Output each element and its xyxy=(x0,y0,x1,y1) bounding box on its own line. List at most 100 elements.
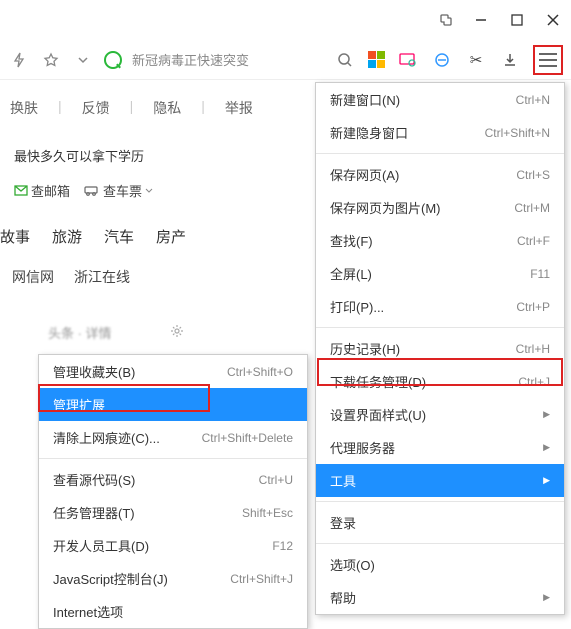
submenu-item-shortcut: Ctrl+Shift+Delete xyxy=(202,431,293,445)
main-menu-item-1[interactable]: 新建隐身窗口 Ctrl+Shift+N xyxy=(316,116,564,149)
tab-house[interactable]: 房产 xyxy=(156,226,186,247)
close-button[interactable] xyxy=(543,10,563,30)
main-menu: 新建窗口(N) Ctrl+N 新建隐身窗口 Ctrl+Shift+N 保存网页(A) Ct… xyxy=(315,82,565,615)
main-menu-item-label: 帮助 xyxy=(330,588,356,607)
submenu-item-label: Internet选项 xyxy=(53,602,123,621)
chevron-right-icon: ▶ xyxy=(543,442,550,453)
main-menu-item-label: 登录 xyxy=(330,513,356,532)
submenu-item-6[interactable]: 开发人员工具(D) F12 xyxy=(39,529,307,562)
main-menu-item-18[interactable]: 帮助 ▶ xyxy=(316,581,564,614)
gear-icon[interactable] xyxy=(170,324,184,341)
main-menu-item-label: 新建窗口(N) xyxy=(330,90,400,109)
main-menu-separator xyxy=(316,543,564,544)
capture-icon[interactable] xyxy=(397,49,419,71)
main-menu-item-4[interactable]: 保存网页为图片(M)Ctrl+M xyxy=(316,191,564,224)
microsoft-icon[interactable] xyxy=(368,51,385,68)
chevron-right-icon: ▶ xyxy=(543,409,550,420)
main-menu-item-label: 下载任务管理(D) xyxy=(330,372,426,391)
section-label: 头条 · 详情 xyxy=(48,323,112,342)
main-menu-item-shortcut: Ctrl+Shift+N xyxy=(485,126,550,140)
check-ticket-link[interactable]: 查车票 xyxy=(84,181,153,200)
submenu-item-label: 清除上网痕迹(C)... xyxy=(53,428,160,447)
download-icon[interactable] xyxy=(499,49,521,71)
submenu-item-label: 任务管理器(T) xyxy=(53,503,135,522)
main-menu-item-shortcut: Ctrl+H xyxy=(516,342,550,356)
block-icon[interactable] xyxy=(431,49,453,71)
main-menu-item-shortcut: Ctrl+N xyxy=(516,93,550,107)
link-privacy[interactable]: 隐私 xyxy=(153,98,181,118)
submenu-item-2[interactable]: 清除上网痕迹(C)... Ctrl+Shift+Delete xyxy=(39,421,307,454)
submenu-item-label: 查看源代码(S) xyxy=(53,470,135,489)
main-menu-item-label: 选项(O) xyxy=(330,555,375,574)
link-wangxin[interactable]: 网信网 xyxy=(12,267,54,287)
link-feedback[interactable]: 反馈 xyxy=(82,98,110,118)
main-menu-item-shortcut: Ctrl+S xyxy=(516,168,550,182)
scissors-icon[interactable]: ✂ xyxy=(465,49,487,71)
submenu-item-4[interactable]: 查看源代码(S) Ctrl+U xyxy=(39,463,307,496)
extension-icon[interactable] xyxy=(435,10,455,30)
main-menu-item-label: 新建隐身窗口 xyxy=(330,123,408,142)
submenu-item-shortcut: Shift+Esc xyxy=(242,506,293,520)
star-icon[interactable] xyxy=(40,49,62,71)
main-menu-item-shortcut: Ctrl+J xyxy=(518,375,550,389)
link-skin[interactable]: 换肤 xyxy=(10,98,38,118)
main-menu-item-label: 查找(F) xyxy=(330,231,373,250)
maximize-button[interactable] xyxy=(507,10,527,30)
submenu-item-8[interactable]: Internet选项 xyxy=(39,595,307,628)
flash-icon[interactable] xyxy=(8,49,30,71)
submenu-item-label: 开发人员工具(D) xyxy=(53,536,149,555)
tab-travel[interactable]: 旅游 xyxy=(52,226,82,247)
main-menu-separator xyxy=(316,501,564,502)
main-menu-button[interactable] xyxy=(533,45,563,75)
main-menu-item-label: 打印(P)... xyxy=(330,297,384,316)
main-menu-separator xyxy=(316,153,564,154)
link-report[interactable]: 举报 xyxy=(225,98,253,118)
minimize-button[interactable] xyxy=(471,10,491,30)
main-menu-item-shortcut: Ctrl+F xyxy=(517,234,550,248)
submenu-item-shortcut: Ctrl+Shift+J xyxy=(230,572,293,586)
main-menu-item-7[interactable]: 打印(P)... Ctrl+P xyxy=(316,290,564,323)
search-input[interactable]: 新冠病毒正快速突变 xyxy=(132,50,249,69)
check-mail-link[interactable]: 查邮箱 xyxy=(14,181,70,200)
link-zhejiang[interactable]: 浙江在线 xyxy=(74,267,130,287)
main-menu-item-0[interactable]: 新建窗口(N) Ctrl+N xyxy=(316,83,564,116)
main-menu-item-label: 工具 xyxy=(330,471,356,490)
main-menu-item-11[interactable]: 设置界面样式(U) ▶ xyxy=(316,398,564,431)
main-menu-item-15[interactable]: 登录 xyxy=(316,506,564,539)
submenu-item-shortcut: F12 xyxy=(272,539,293,553)
submenu-item-label: 管理收藏夹(B) xyxy=(53,362,135,381)
main-menu-item-label: 保存网页(A) xyxy=(330,165,399,184)
main-menu-item-12[interactable]: 代理服务器 ▶ xyxy=(316,431,564,464)
chevron-down-icon[interactable] xyxy=(72,49,94,71)
chevron-right-icon: ▶ xyxy=(543,592,550,603)
chevron-right-icon: ▶ xyxy=(543,475,550,486)
main-menu-item-label: 保存网页为图片(M) xyxy=(330,198,441,217)
main-menu-item-13[interactable]: 工具 ▶ xyxy=(316,464,564,497)
submenu-item-label: 管理扩展 xyxy=(53,395,105,414)
submenu-item-0[interactable]: 管理收藏夹(B)Ctrl+Shift+O xyxy=(39,355,307,388)
submenu-item-1[interactable]: 管理扩展 xyxy=(39,388,307,421)
search-icon[interactable] xyxy=(334,49,356,71)
tools-submenu: 管理收藏夹(B)Ctrl+Shift+O 管理扩展清除上网痕迹(C)... Ctrl… xyxy=(38,354,308,629)
submenu-item-shortcut: Ctrl+U xyxy=(259,473,293,487)
main-menu-item-shortcut: Ctrl+P xyxy=(516,300,550,314)
main-menu-item-shortcut: F11 xyxy=(530,267,550,281)
main-menu-item-5[interactable]: 查找(F) Ctrl+F xyxy=(316,224,564,257)
browser-logo-icon xyxy=(104,51,122,69)
main-menu-item-3[interactable]: 保存网页(A) Ctrl+S xyxy=(316,158,564,191)
tab-auto[interactable]: 汽车 xyxy=(104,226,134,247)
tab-story[interactable]: 故事 xyxy=(0,226,30,247)
main-menu-item-label: 历史记录(H) xyxy=(330,339,400,358)
main-menu-item-10[interactable]: 下载任务管理(D) Ctrl+J xyxy=(316,365,564,398)
main-menu-item-17[interactable]: 选项(O) xyxy=(316,548,564,581)
submenu-item-5[interactable]: 任务管理器(T) Shift+Esc xyxy=(39,496,307,529)
main-menu-item-label: 设置界面样式(U) xyxy=(330,405,426,424)
main-menu-item-9[interactable]: 历史记录(H) Ctrl+H xyxy=(316,332,564,365)
submenu-item-7[interactable]: JavaScript控制台(J)Ctrl+Shift+J xyxy=(39,562,307,595)
window-titlebar xyxy=(0,0,571,40)
toolbar: 新冠病毒正快速突变 ✂ xyxy=(0,40,571,80)
main-menu-item-6[interactable]: 全屏(L)F11 xyxy=(316,257,564,290)
submenu-separator xyxy=(39,458,307,459)
main-menu-item-label: 代理服务器 xyxy=(330,438,395,457)
main-menu-separator xyxy=(316,327,564,328)
